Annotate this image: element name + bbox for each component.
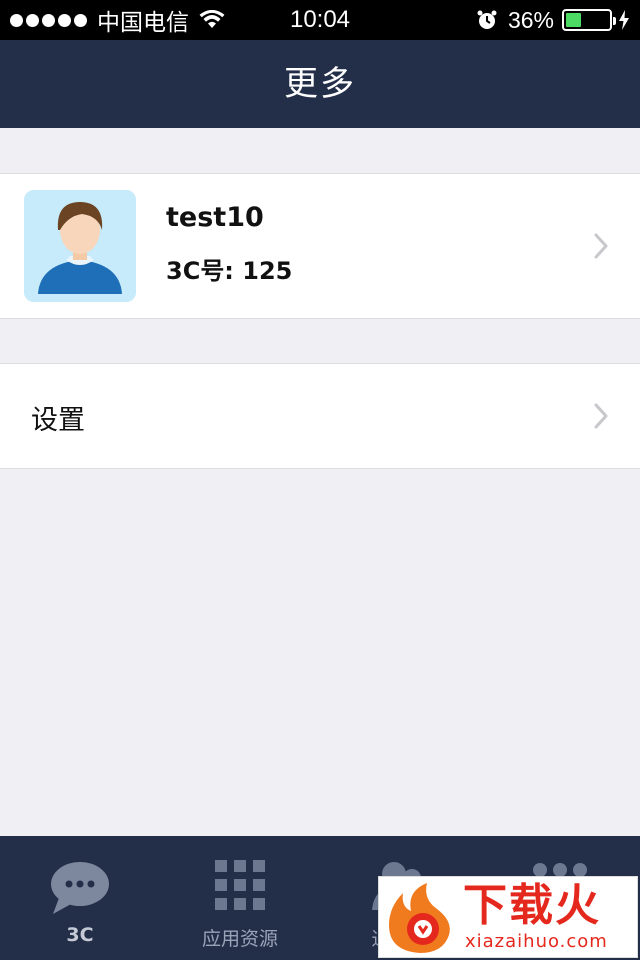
watermark-title: 下载火 bbox=[463, 880, 601, 931]
chat-bubble-icon bbox=[51, 862, 109, 914]
grid-icon bbox=[215, 860, 265, 910]
user-avatar-icon bbox=[24, 190, 136, 302]
status-bar: 中国电信 10:04 36% bbox=[0, 0, 640, 40]
charging-icon bbox=[619, 10, 629, 30]
watermark: 下载火 xiazaihuo.com bbox=[378, 876, 638, 958]
status-right: 36% bbox=[476, 6, 630, 34]
page-title: 更多 bbox=[284, 64, 356, 104]
battery-percent: 36% bbox=[507, 6, 554, 33]
settings-label: 设置 bbox=[31, 405, 85, 436]
alarm-icon bbox=[477, 10, 497, 29]
navigation-bar: 更多 bbox=[0, 40, 640, 128]
flame-logo-icon bbox=[389, 883, 450, 953]
battery-level bbox=[566, 13, 582, 27]
tab-3c[interactable]: 3C bbox=[0, 836, 160, 960]
profile-id: 3C号: 125 bbox=[166, 251, 292, 286]
profile-id-label: 3C号: bbox=[166, 257, 234, 285]
profile-row[interactable]: test10 3C号: 125 bbox=[0, 173, 640, 319]
avatar bbox=[24, 190, 136, 302]
settings-row[interactable]: 设置 bbox=[0, 363, 640, 469]
tab-label: 应用资源 bbox=[201, 928, 278, 950]
tab-label: 3C bbox=[66, 924, 94, 946]
watermark-url: xiazaihuo.com bbox=[465, 931, 608, 952]
battery-icon bbox=[562, 9, 616, 31]
chevron-right-icon bbox=[594, 403, 608, 429]
profile-name: test10 bbox=[166, 202, 264, 233]
tab-app-resources[interactable]: 应用资源 bbox=[160, 836, 320, 960]
profile-id-value: 125 bbox=[242, 257, 293, 285]
chevron-right-icon bbox=[594, 233, 608, 259]
